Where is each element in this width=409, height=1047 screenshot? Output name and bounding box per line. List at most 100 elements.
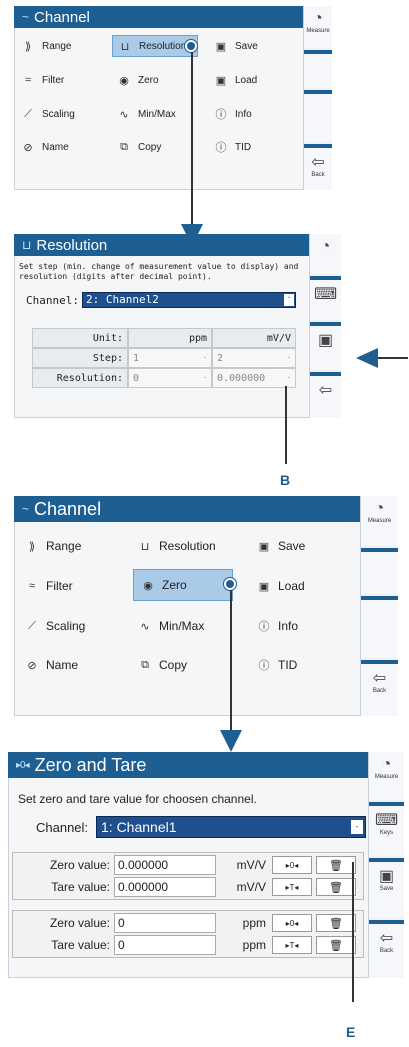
keys-button[interactable]: ⌨ Keys — [369, 802, 404, 856]
menu-item-save[interactable]: ▣ Save — [213, 38, 293, 54]
delete-button[interactable]: 🗑 — [316, 936, 356, 954]
resolution-table: Unit: ppm mV/V Step: 1 · 2 · Resolution: 0… — [32, 328, 296, 388]
connector-line-2 — [230, 590, 232, 730]
menu-label: Resolution — [139, 40, 187, 52]
unit-label: mV/V — [236, 858, 266, 872]
table-row: Unit: ppm mV/V — [32, 328, 296, 348]
sidebar-empty-button-1[interactable] — [361, 548, 398, 594]
menu-item-copy[interactable]: ⧉ Copy — [137, 656, 237, 674]
menu-label: Info — [235, 108, 252, 120]
res-ppm-input[interactable]: 0 · — [128, 368, 212, 388]
back-icon: ⇦ — [379, 930, 394, 947]
range-icon: ⟫ — [24, 40, 32, 53]
menu-item-filter[interactable]: ≈ Filter — [24, 577, 114, 595]
delete-button[interactable]: 🗑 — [316, 914, 356, 932]
table-row: Tare value: 0.000000 mV/V ▸T◂ 🗑 — [12, 876, 364, 898]
save-button[interactable]: ▣ — [310, 322, 341, 370]
step-mvv-input[interactable]: 2 · — [212, 348, 296, 368]
tare-mvv-input[interactable]: 0.000000 — [114, 877, 216, 897]
menu-item-tid[interactable]: ⓘ TID — [256, 656, 346, 674]
res-label: Resolution: — [32, 368, 128, 388]
zero-mvv-value: 0.000000 — [118, 858, 169, 872]
set-zero-button[interactable]: ▸0◂ — [272, 914, 312, 932]
res-mvv-input[interactable]: 0.000000 · — [212, 368, 296, 388]
zero-label: Zero value: — [49, 858, 110, 872]
set-tare-icon: ▸T◂ — [285, 882, 299, 892]
zero-tare-description: Set zero and tare value for choosen chan… — [18, 792, 257, 806]
save-button[interactable]: ▣ Save — [369, 858, 404, 918]
save-pointer-arrow — [356, 348, 408, 368]
menu-item-save[interactable]: ▣ Save — [256, 537, 346, 555]
measure-button[interactable]: ◔ Measure — [369, 752, 404, 800]
copy-icon: ⧉ — [141, 658, 149, 671]
menu-item-name[interactable]: ⊘ Name — [24, 656, 114, 674]
resolution-titlebar: ⊔ Resolution — [14, 234, 309, 256]
menu-label: Name — [42, 141, 69, 153]
menu-label: Load — [235, 74, 258, 86]
menu-item-load[interactable]: ▣ Load — [213, 72, 293, 88]
arrow-head-left-icon — [356, 348, 378, 368]
channel-icon: ~ — [22, 502, 29, 516]
menu-item-zero[interactable]: ◉ Zero — [116, 72, 196, 88]
name-icon: ⊘ — [23, 141, 33, 154]
menu-item-copy[interactable]: ⧉ Copy — [116, 139, 196, 155]
menu-item-scaling[interactable]: ⟋ Scaling — [20, 106, 100, 122]
menu-item-scaling[interactable]: ⟋ Scaling — [24, 617, 114, 635]
sidebar-empty-button-1[interactable] — [304, 50, 332, 88]
menu-item-info[interactable]: ⓘ Info — [256, 617, 346, 635]
back-button[interactable]: ⇦ Back — [361, 660, 398, 716]
measure-label: Measure — [306, 28, 330, 34]
menu-item-range[interactable]: ⟫ Range — [24, 537, 114, 555]
gauge-icon: ◔ — [374, 500, 385, 517]
zero-ppm-input[interactable]: 0 — [114, 913, 216, 933]
menu-item-info[interactable]: ⓘ Info — [213, 106, 293, 122]
set-tare-button[interactable]: ▸T◂ — [272, 878, 312, 896]
menu-label: Info — [278, 619, 299, 633]
channel-select[interactable]: 1: Channel1 - — [96, 816, 366, 838]
sidebar-empty-button-2[interactable] — [361, 596, 398, 658]
menu-item-resolution[interactable]: ⊔ Resolution — [137, 537, 237, 555]
back-button[interactable]: ⇦ — [310, 372, 341, 418]
menu-item-load[interactable]: ▣ Load — [256, 577, 346, 595]
delete-button[interactable]: 🗑 — [316, 856, 356, 874]
info-icon: ⓘ — [215, 109, 227, 121]
connector-line-b — [285, 386, 287, 464]
set-zero-button[interactable]: ▸0◂ — [272, 856, 312, 874]
menu-label: TID — [278, 658, 298, 672]
menu-item-tid[interactable]: ⓘ TID — [213, 139, 293, 155]
menu-item-range[interactable]: ⟫ Range — [20, 38, 100, 54]
sidebar-2: ◔ ⌨ ▣ ⇦ — [309, 234, 341, 418]
trash-icon: 🗑 — [329, 859, 343, 872]
menu-label: Load — [278, 579, 305, 593]
menu-label: Save — [235, 40, 258, 52]
channel-select[interactable]: 2: Channel2 · — [82, 292, 296, 308]
channel-menu-panel-2 — [14, 496, 398, 716]
menu-item-minmax[interactable]: ∿ Min/Max — [137, 617, 237, 635]
save-icon: ▣ — [215, 40, 227, 53]
keyboard-icon: ⌨ — [374, 812, 399, 829]
back-button[interactable]: ⇦ Back — [304, 144, 332, 190]
menu-item-filter[interactable]: ≈ Filter — [20, 72, 100, 88]
back-icon: ⇦ — [311, 154, 325, 171]
zero-ppm-value: 0 — [118, 916, 125, 930]
set-tare-button[interactable]: ▸T◂ — [272, 936, 312, 954]
connector-line-1 — [191, 52, 193, 224]
measure-button[interactable]: ◔ Measure — [361, 496, 398, 546]
marker-label-e: E — [346, 1024, 356, 1040]
back-button[interactable]: ⇦ Back — [369, 920, 404, 978]
minmax-icon: ∿ — [140, 620, 150, 633]
delete-button[interactable]: 🗑 — [316, 878, 356, 896]
save-icon: ▣ — [258, 540, 270, 553]
set-tare-icon: ▸T◂ — [285, 940, 299, 950]
menu-item-minmax[interactable]: ∿ Min/Max — [116, 106, 196, 122]
keys-button[interactable]: ⌨ — [310, 276, 341, 320]
tare-ppm-input[interactable]: 0 — [114, 935, 216, 955]
menu-label: Range — [42, 40, 72, 52]
menu-item-zero[interactable]: ◉ Zero — [133, 569, 233, 601]
step-ppm-input[interactable]: 1 · — [128, 348, 212, 368]
measure-button[interactable]: ◔ — [310, 234, 341, 274]
menu-item-name[interactable]: ⊘ Name — [20, 139, 100, 155]
measure-button[interactable]: ◔ Measure — [304, 6, 332, 48]
sidebar-empty-button-2[interactable] — [304, 90, 332, 142]
zero-mvv-input[interactable]: 0.000000 — [114, 855, 216, 875]
